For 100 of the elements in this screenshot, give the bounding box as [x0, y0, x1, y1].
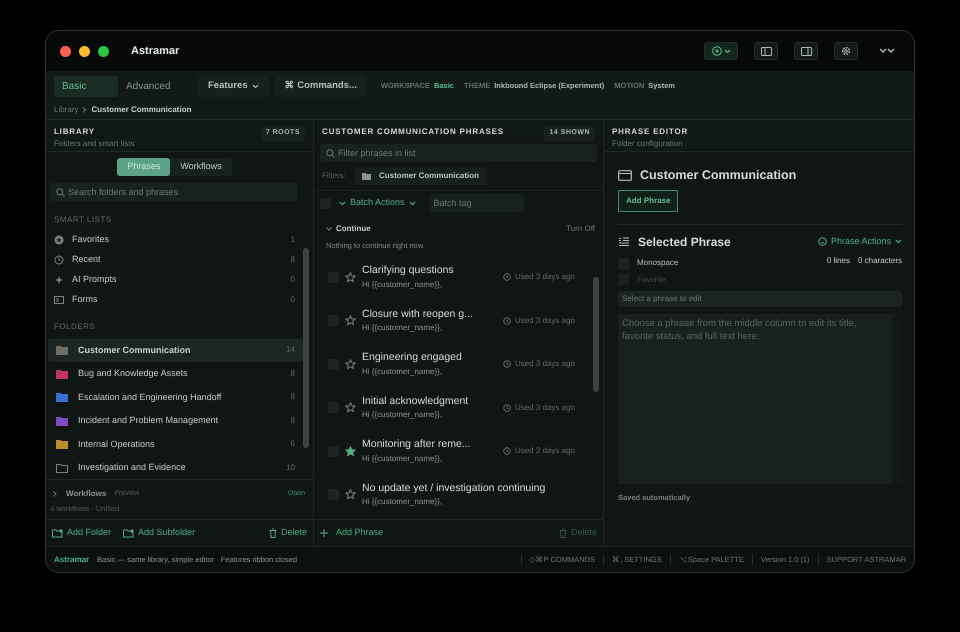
item-count: 1 [290, 234, 295, 246]
star-badge-icon [54, 234, 64, 244]
caret-icon [724, 48, 730, 54]
status-brand: Astramar [54, 554, 90, 566]
window-title: Astramar [131, 44, 180, 59]
item-count: 0 [290, 294, 295, 306]
item-count: 8 [290, 391, 295, 404]
used-time: Used 3 days ago [514, 358, 575, 370]
clock-icon [502, 404, 511, 412]
phrase-actions-dropdown[interactable]: Phrase Actions [818, 235, 902, 248]
add-subfolder-button[interactable]: Add Subfolder [123, 526, 196, 540]
sidebar-left-icon [760, 46, 772, 56]
used-time: Used 3 days ago [514, 271, 575, 283]
phrase-preview: Hi {{customer_name}}, [362, 366, 444, 378]
phrase-preview: Hi {{customer_name}}, [362, 278, 444, 291]
star-icon[interactable] [345, 358, 356, 370]
clock-icon [502, 447, 511, 455]
mode-tab[interactable]: Basic [54, 76, 118, 96]
left-sidebar-button[interactable] [754, 42, 778, 60]
folder-icon [56, 416, 68, 426]
features-dropdown[interactable]: Features [198, 74, 269, 98]
folder-item[interactable]: Customer Communication 14 [48, 338, 303, 362]
phrase-title[interactable]: Monitoring after reme... [362, 437, 471, 453]
folder-item[interactable]: Bug and Knowledge Assets 8 [48, 362, 303, 386]
phrase-preview: Hi {{customer_name}}, [362, 409, 444, 422]
double-chevron-icon [879, 48, 895, 54]
clock-icon [502, 273, 511, 281]
smart-list-item[interactable]: AI Prompts 0 [46, 270, 303, 290]
search-icon [56, 188, 65, 196]
folder-icon [56, 439, 68, 450]
phrase-title[interactable]: Clarifying questions [362, 263, 454, 279]
mode-tab[interactable]: Advanced [118, 76, 182, 96]
folder-item[interactable]: Investigation and Evidence 10 [48, 456, 303, 480]
section-heading: SMART LISTS [53, 214, 113, 226]
breadcrumb-link[interactable]: Library [54, 104, 78, 116]
add-phrase-button[interactable]: Add Phrase [320, 526, 384, 540]
section-title: Selected Phrase [638, 234, 731, 251]
settings-button[interactable] [834, 42, 858, 60]
add-folder-button[interactable]: Add Folder [52, 526, 112, 540]
panel-subtitle: Folders and smart lists [54, 138, 134, 150]
search-field[interactable]: Search folders and phrases [50, 182, 297, 200]
phrase-preview: Hi {{customer_name}}, [362, 322, 444, 334]
add-menu-button[interactable] [704, 42, 738, 60]
sparkle-icon [54, 274, 64, 284]
item-count: 10 [286, 462, 295, 474]
phrase-title[interactable]: Engineering engaged [362, 350, 462, 366]
panel-title: CUSTOMER COMMUNICATION PHRASES [322, 126, 504, 138]
continue-toggle[interactable]: Continue [326, 223, 371, 235]
add-phrase-button[interactable]: Add Phrase [618, 190, 678, 212]
folder-icon [56, 368, 68, 379]
star-icon[interactable] [345, 315, 356, 326]
window-close-button[interactable] [60, 46, 71, 56]
right-sidebar-button[interactable] [794, 42, 818, 60]
window-minimize-button[interactable] [79, 46, 90, 56]
smart-list-item[interactable]: Forms 0 [46, 290, 303, 310]
folder-icon [56, 462, 68, 473]
turn-off-button[interactable]: Turn Off [566, 223, 595, 235]
phrase-preview: Hi {{customer_name}}, [362, 496, 444, 508]
body-field[interactable]: Choose a phrase from the middle column to edit its title, favorite status, and full text here. [618, 314, 902, 484]
item-count: 6 [290, 438, 295, 450]
form-icon [54, 294, 64, 304]
filter-chip[interactable]: Customer Communication [354, 167, 488, 185]
section-title: Workflows [66, 488, 106, 500]
caret-icon [252, 84, 259, 88]
caret-icon [408, 200, 416, 206]
phrase-title[interactable]: Closure with reopen g... [362, 306, 473, 322]
filters-label: Filters: [322, 170, 346, 182]
batch-actions-dropdown[interactable]: Batch Actions [339, 196, 416, 210]
star-icon[interactable] [345, 272, 356, 282]
title-field[interactable]: Select a phrase to edit [618, 290, 902, 307]
star-filled-icon[interactable] [345, 446, 356, 456]
phrase-title[interactable]: Initial acknowledgment [362, 394, 468, 410]
quote-lines-icon [618, 236, 630, 247]
section-heading: FOLDERS [53, 320, 96, 332]
phrase-preview: Hi {{customer_name}}, [362, 452, 444, 465]
smart-list-item[interactable]: Recent 8 [46, 250, 303, 270]
folder-item[interactable]: Incident and Problem Management 8 [48, 409, 303, 432]
phrase-title[interactable]: No update yet / investigation continuing [362, 480, 546, 496]
panel-title: PHRASE EDITOR [612, 126, 688, 138]
panel-subtitle: Folder configuration [612, 138, 684, 150]
chevron-right-icon [82, 107, 88, 113]
folder-icon [56, 345, 68, 356]
folder-icon [56, 392, 68, 402]
filter-field[interactable]: Filter phrases in list [320, 144, 597, 162]
folder-item[interactable]: Internal Operations 6 [48, 432, 303, 456]
folder-plus-icon [123, 528, 134, 538]
trash-icon [558, 528, 567, 538]
breadcrumb-current[interactable]: Customer Communication [91, 104, 192, 116]
delete-button[interactable]: Delete [268, 526, 307, 540]
batch-tag-field[interactable]: Batch tag [430, 194, 524, 212]
caret-icon [895, 239, 902, 244]
smart-list-item[interactable]: Favorites 1 [46, 230, 303, 250]
window-zoom-button[interactable] [98, 46, 109, 56]
clock-icon [54, 254, 64, 264]
folder-icon [362, 172, 371, 180]
commands-button[interactable]: ⌘ Commands... [274, 74, 367, 98]
folder-item[interactable]: Escalation and Engineering Handoff 8 [48, 386, 303, 409]
star-icon[interactable] [345, 402, 356, 413]
star-icon[interactable] [345, 489, 356, 500]
plus-icon [320, 529, 328, 537]
